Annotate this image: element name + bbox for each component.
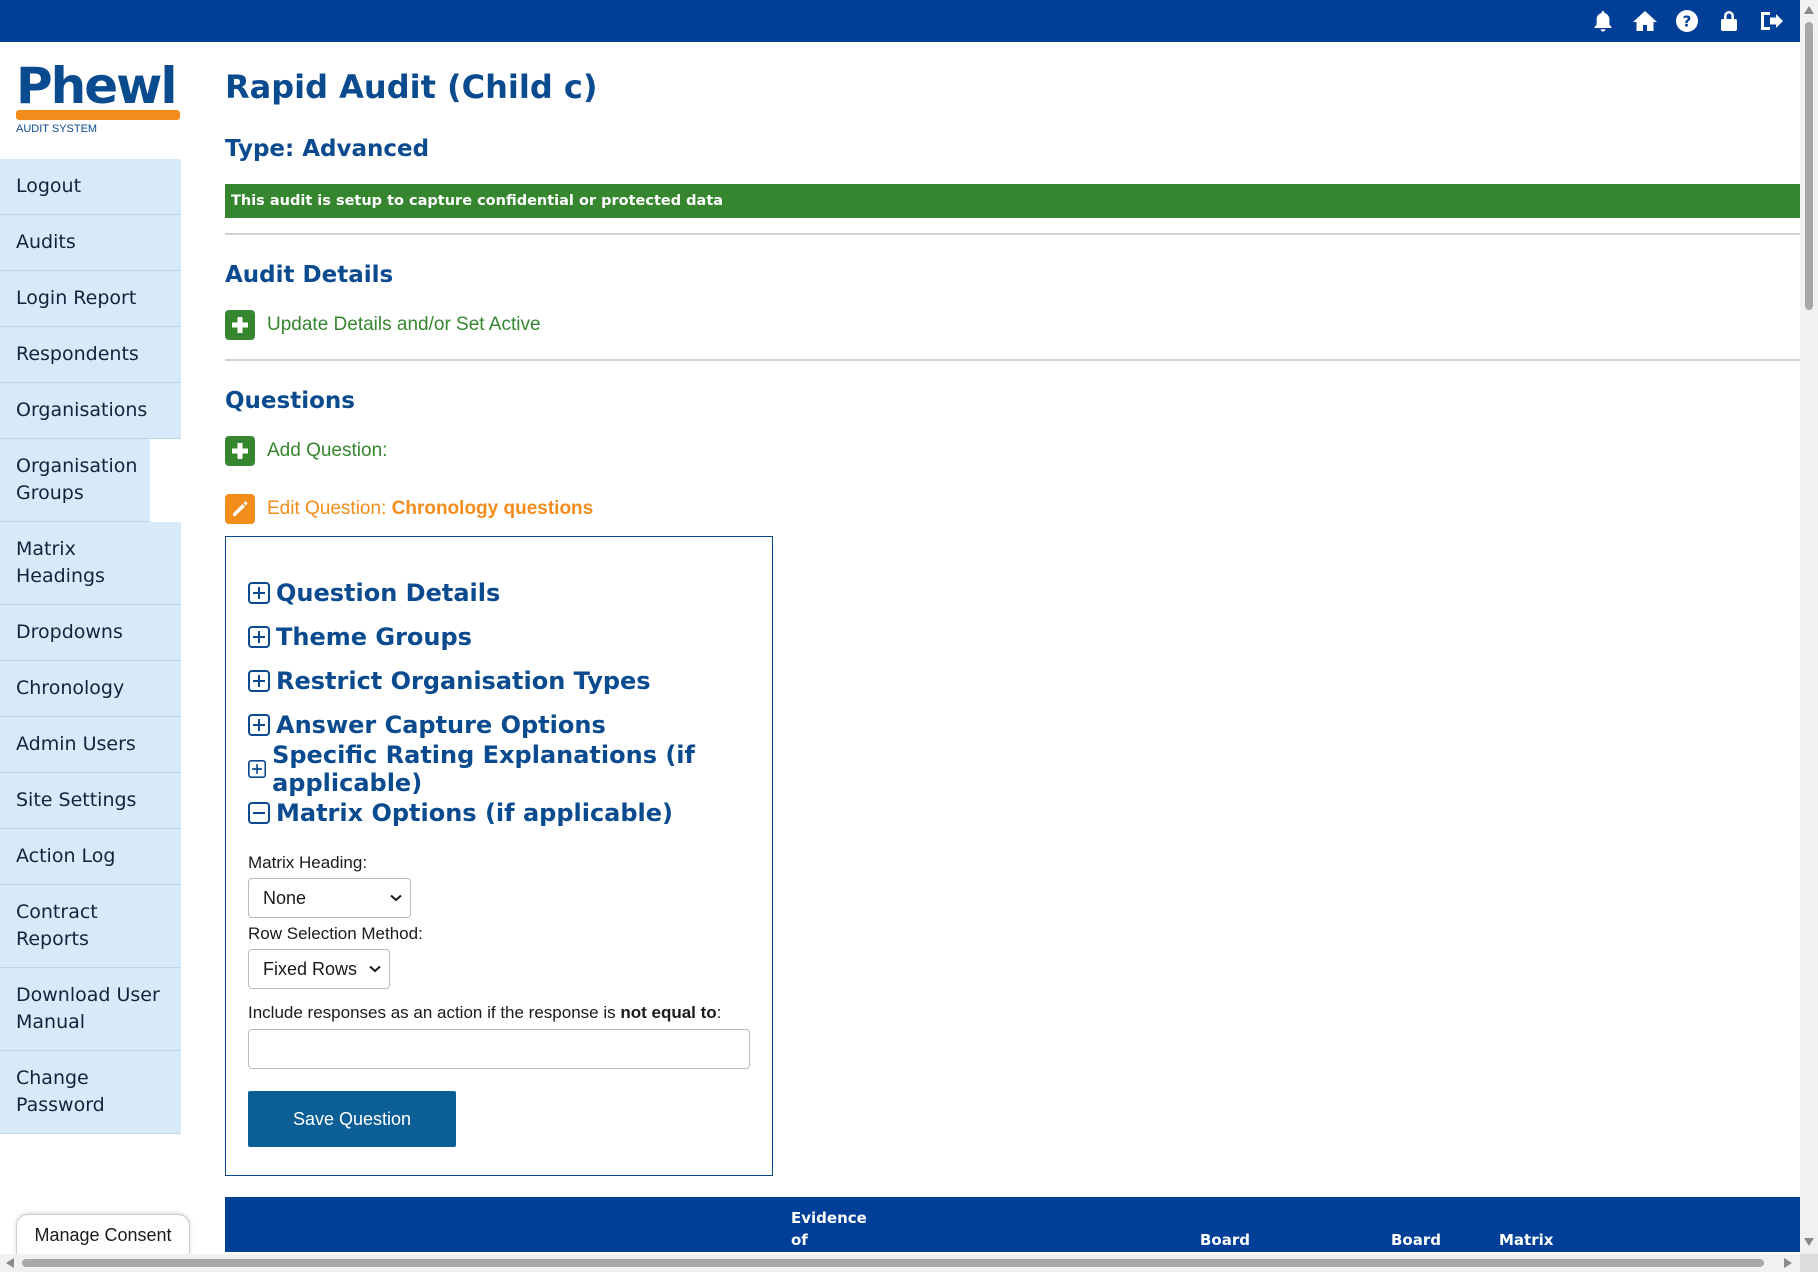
accordion-label: Restrict Organisation Types	[276, 667, 651, 695]
sidebar-item-site-settings[interactable]: Site Settings	[0, 773, 181, 829]
horizontal-scrollbar[interactable]	[0, 1254, 1800, 1272]
divider	[225, 359, 1800, 361]
questions-heading: Questions	[225, 388, 355, 414]
row-selection-select[interactable]: Fixed Rows	[248, 949, 390, 989]
scroll-right-arrow[interactable]	[1784, 1258, 1792, 1268]
column-header-board: Board	[1391, 1231, 1441, 1249]
help-icon[interactable]: ?	[1674, 8, 1700, 34]
row-selection-value: Fixed Rows	[263, 958, 358, 979]
logo-wordmark: Phewl	[16, 57, 177, 115]
logo-subtitle: AUDIT SYSTEM	[16, 123, 98, 135]
vertical-scroll-thumb[interactable]	[1805, 22, 1813, 310]
edit-question-name: Chronology questions	[391, 498, 594, 519]
accordion-specific-rating-explanations[interactable]: Specific Rating Explanations (if applica…	[248, 741, 750, 797]
matrix-heading-label: Matrix Heading:	[248, 853, 368, 872]
accordion-restrict-organisation-types[interactable]: Restrict Organisation Types	[248, 659, 750, 703]
accordion-label: Specific Rating Explanations (if applica…	[272, 741, 695, 797]
include-responses-label: Include responses as an action if the re…	[248, 1003, 750, 1023]
sidebar-item-organisation-groups[interactable]: Organisation Groups	[0, 439, 150, 522]
scroll-up-arrow[interactable]	[1804, 6, 1814, 14]
page-title: Rapid Audit (Child c)	[225, 68, 598, 106]
save-row: Save Question	[248, 1091, 750, 1147]
add-question-label: Add Question:	[267, 440, 388, 461]
sidebar-item-change-password[interactable]: Change Password	[0, 1051, 181, 1134]
chevron-down-icon	[369, 965, 381, 973]
sidebar-nav: Logout Audits Login Report Respondents O…	[0, 159, 181, 1134]
collapse-icon	[248, 802, 270, 824]
sidebar-item-download-user-manual[interactable]: Download User Manual	[0, 968, 181, 1051]
update-details-label: Update Details and/or Set Active	[267, 314, 541, 335]
accordion-label: Matrix Options (if applicable)	[276, 799, 674, 827]
sidebar-item-chronology[interactable]: Chronology	[0, 661, 181, 717]
sidebar-item-audits[interactable]: Audits	[0, 215, 181, 271]
divider	[225, 233, 1800, 235]
include-responses-input[interactable]	[248, 1029, 750, 1069]
accordion-label: Answer Capture Options	[276, 711, 606, 739]
accordion-matrix-options[interactable]: Matrix Options (if applicable)	[248, 791, 750, 835]
audit-type: Type: Advanced	[225, 136, 430, 162]
scroll-down-arrow[interactable]	[1804, 1238, 1814, 1246]
top-bar: ?	[0, 0, 1800, 42]
save-question-button[interactable]: Save Question	[248, 1091, 456, 1147]
row-selection-label: Row Selection Method:	[248, 924, 423, 943]
column-header-matrix: Matrix	[1499, 1231, 1554, 1249]
confidential-notice: This audit is setup to capture confident…	[225, 184, 1800, 218]
top-bar-icons: ?	[1590, 0, 1784, 42]
edit-question-label: Edit Question:	[267, 498, 387, 519]
sidebar-item-organisations[interactable]: Organisations	[0, 383, 181, 439]
matrix-heading-value: None	[263, 887, 307, 908]
update-details-link[interactable]: Update Details and/or Set Active	[225, 310, 1800, 340]
accordion-theme-groups[interactable]: Theme Groups	[248, 615, 750, 659]
column-header-evidence-line2: of	[791, 1231, 808, 1249]
vertical-scrollbar[interactable]	[1800, 0, 1818, 1254]
bell-icon[interactable]	[1590, 8, 1616, 34]
expand-icon	[248, 670, 270, 692]
lock-icon[interactable]	[1716, 8, 1742, 34]
sidebar-item-respondents[interactable]: Respondents	[0, 327, 181, 383]
logo[interactable]: Phewl AUDIT SYSTEM	[0, 42, 181, 159]
expand-icon	[248, 626, 270, 648]
accordion-label: Theme Groups	[276, 623, 472, 651]
questions-table-header: Evidence of Board Board Matrix	[225, 1197, 1800, 1252]
plus-icon	[225, 310, 255, 340]
edit-question-link[interactable]: Edit Question: Chronology questions	[225, 494, 1800, 524]
sidebar-item-login-report[interactable]: Login Report	[0, 271, 181, 327]
chevron-down-icon	[390, 894, 402, 902]
scroll-left-arrow[interactable]	[6, 1258, 14, 1268]
accordion-question-details[interactable]: Question Details	[248, 571, 750, 615]
matrix-heading-select[interactable]: None	[248, 878, 411, 918]
main-content: Rapid Audit (Child c) Type: Advanced Thi…	[225, 42, 1800, 1176]
plus-icon	[225, 436, 255, 466]
expand-icon	[248, 759, 267, 779]
scrollbar-corner	[1800, 1254, 1818, 1272]
sidebar-item-contract-reports[interactable]: Contract Reports	[0, 885, 181, 968]
question-editor-panel: Question Details Theme Groups Restrict O…	[225, 536, 773, 1176]
sidebar-item-matrix-headings[interactable]: Matrix Headings	[0, 522, 181, 605]
sidebar-item-action-log[interactable]: Action Log	[0, 829, 181, 885]
column-header-evidence-line1: Evidence	[791, 1209, 867, 1227]
expand-icon	[248, 714, 270, 736]
sidebar-item-logout[interactable]: Logout	[0, 159, 181, 215]
expand-icon	[248, 582, 270, 604]
horizontal-scroll-thumb[interactable]	[22, 1259, 1764, 1267]
column-header-board: Board	[1200, 1231, 1250, 1249]
manage-consent-button[interactable]: Manage Consent	[16, 1214, 190, 1254]
sidebar-item-dropdowns[interactable]: Dropdowns	[0, 605, 181, 661]
svg-text:?: ?	[1683, 13, 1692, 31]
include-label-bold: not equal to	[620, 1003, 717, 1022]
pencil-icon	[225, 494, 255, 524]
sidebar: Phewl AUDIT SYSTEM Logout Audits Login R…	[0, 42, 181, 1134]
edit-question-text: Edit Question: Chronology questions	[267, 498, 593, 520]
include-label-prefix: Include responses as an action if the re…	[248, 1003, 621, 1022]
logout-icon[interactable]	[1758, 8, 1784, 34]
audit-details-heading: Audit Details	[225, 262, 394, 288]
accordion-label: Question Details	[276, 579, 501, 607]
home-icon[interactable]	[1632, 8, 1658, 34]
add-question-link[interactable]: Add Question:	[225, 436, 1800, 466]
sidebar-item-admin-users[interactable]: Admin Users	[0, 717, 181, 773]
include-label-suffix: :	[716, 1003, 722, 1022]
